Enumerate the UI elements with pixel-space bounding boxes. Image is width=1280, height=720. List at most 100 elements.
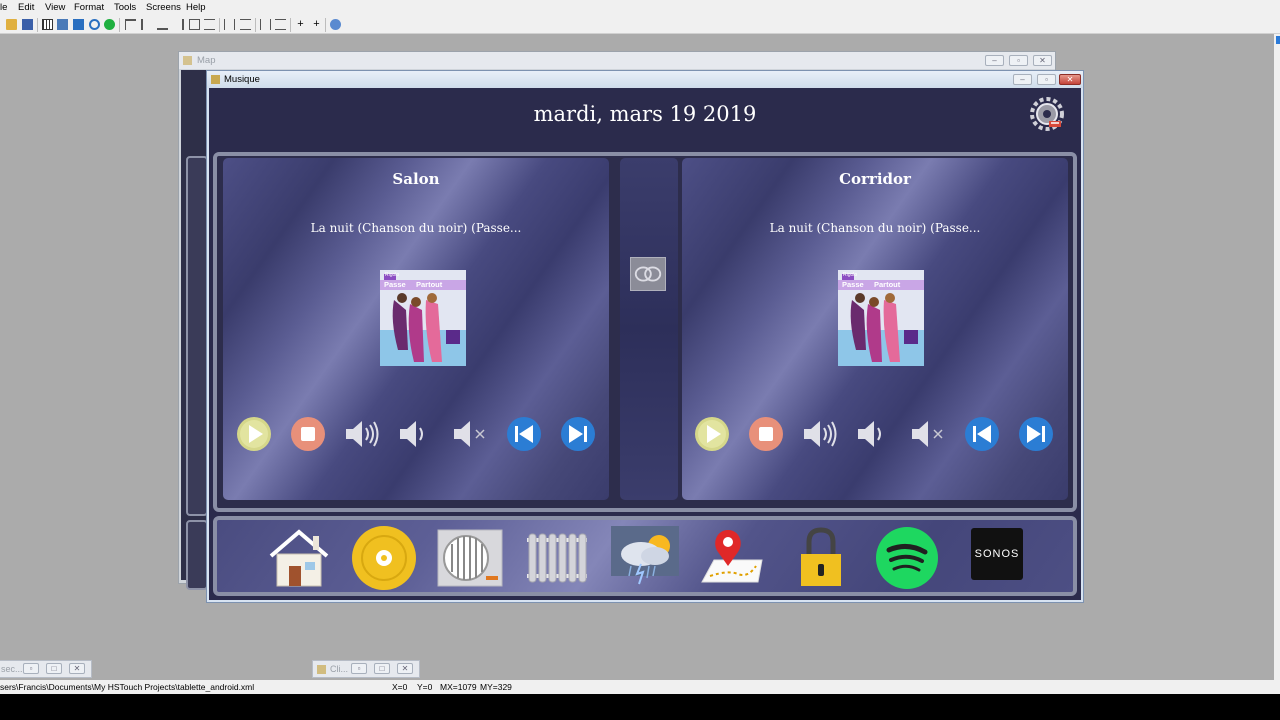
maximize-button[interactable]: □ (46, 663, 62, 674)
align-bottom-icon[interactable] (157, 19, 168, 30)
sonos-icon[interactable]: SONOS (971, 528, 1023, 580)
minimized-window[interactable]: Cli... ▫ □ ✕ (312, 660, 420, 678)
volume-up-icon[interactable] (344, 416, 380, 452)
settings-gear-icon[interactable] (1029, 97, 1065, 131)
mouse-y: MY=329 (480, 682, 512, 692)
album-art: Rigolo Passe Partout (380, 270, 466, 366)
map-location-icon[interactable] (698, 526, 766, 590)
minimize-button[interactable]: – (985, 55, 1004, 66)
album-title-1: Passe (842, 280, 864, 289)
now-playing-title: La nuit (Chanson du noir) (Passe... (769, 221, 981, 235)
save-icon[interactable] (22, 19, 33, 30)
globe-icon[interactable] (330, 19, 341, 30)
home-icon[interactable] (265, 526, 333, 590)
open-folder-icon[interactable] (6, 19, 17, 30)
align-middle-icon[interactable] (204, 19, 215, 30)
menu-view[interactable]: View (45, 2, 65, 13)
restore-button[interactable]: ▫ (1009, 55, 1028, 66)
menu-bar: le Edit View Format Tools Screens Help (0, 0, 1280, 16)
center-v-icon[interactable]: + (311, 19, 322, 30)
minimized-window[interactable]: sec... ▫ □ ✕ (0, 660, 92, 678)
link-zones-icon[interactable] (630, 257, 666, 291)
stop-icon[interactable] (748, 416, 784, 452)
restore-button[interactable]: ▫ (351, 663, 367, 674)
zone-link-panel (620, 158, 678, 500)
align-center-icon[interactable] (189, 19, 200, 30)
volume-up-icon[interactable] (802, 416, 838, 452)
musique-window[interactable]: Musique – ▫ ✕ mardi, mars 19 2019 Salon … (206, 70, 1084, 603)
close-button[interactable]: ✕ (69, 663, 85, 674)
volume-down-icon[interactable] (856, 416, 892, 452)
menu-edit[interactable]: Edit (18, 2, 34, 13)
space-vertical-icon[interactable] (240, 19, 251, 30)
close-button[interactable]: ✕ (397, 663, 413, 674)
image-icon[interactable] (57, 19, 68, 30)
album-badge: Rigolo (385, 272, 400, 278)
mute-icon[interactable] (910, 416, 946, 452)
sonos-label: SONOS (974, 548, 1020, 560)
menu-screens[interactable]: Screens (146, 2, 181, 13)
align-top-icon[interactable] (125, 19, 136, 30)
file-path: sers\Francis\Documents\My HSTouch Projec… (0, 682, 255, 692)
music-disc-icon[interactable] (350, 526, 418, 590)
screen-icon[interactable] (73, 19, 84, 30)
next-track-icon[interactable] (560, 416, 596, 452)
refresh-icon[interactable] (89, 19, 100, 30)
toolbar-separator (37, 18, 38, 32)
menu-file[interactable]: le (0, 2, 7, 13)
previous-track-icon[interactable] (506, 416, 542, 452)
minimized-window-title: Cli... (330, 664, 348, 674)
restore-button[interactable]: ▫ (23, 663, 39, 674)
radiator-icon[interactable] (523, 526, 591, 590)
cursor-y: Y=0 (417, 682, 433, 692)
close-button[interactable]: ✕ (1059, 74, 1081, 85)
toolbar-separator (119, 18, 120, 32)
musique-window-titlebar[interactable]: Musique – ▫ ✕ (207, 71, 1083, 88)
zone-panel-corridor: Corridor La nuit (Chanson du noir) (Pass… (682, 158, 1068, 500)
album-badge: Rigolo (843, 272, 858, 278)
run-icon[interactable] (104, 19, 115, 30)
mute-icon[interactable] (452, 416, 488, 452)
same-height-icon[interactable] (275, 19, 286, 30)
musique-window-title: Musique (224, 74, 260, 85)
align-right-icon[interactable] (173, 19, 184, 30)
menu-tools[interactable]: Tools (114, 2, 136, 13)
music-screen: mardi, mars 19 2019 Salon La nuit (Chans… (209, 88, 1081, 600)
close-button[interactable]: ✕ (1033, 55, 1052, 66)
toolbar-separator (255, 18, 256, 32)
zone-name: Corridor (839, 170, 911, 188)
space-horizontal-icon[interactable] (224, 19, 235, 30)
toolbar: + + (0, 16, 1280, 34)
toolbar-separator (325, 18, 326, 32)
date-title: mardi, mars 19 2019 (533, 102, 757, 126)
album-title-1: Passe (384, 280, 406, 289)
vertical-scrollbar[interactable] (1274, 34, 1280, 680)
restore-button[interactable]: ▫ (1037, 74, 1056, 85)
grid-icon[interactable] (42, 19, 53, 30)
fan-icon[interactable] (436, 526, 504, 590)
menu-help[interactable]: Help (186, 2, 206, 13)
stop-icon[interactable] (290, 416, 326, 452)
taskbar (0, 694, 1280, 720)
maximize-button[interactable]: □ (374, 663, 390, 674)
lock-icon[interactable] (787, 526, 855, 590)
map-panel (186, 520, 208, 590)
play-icon[interactable] (694, 416, 730, 452)
map-window-titlebar[interactable]: Map – ▫ ✕ (179, 52, 1055, 69)
play-icon[interactable] (236, 416, 272, 452)
volume-down-icon[interactable] (398, 416, 434, 452)
align-left-icon[interactable] (141, 19, 152, 30)
window-app-icon (211, 75, 220, 84)
same-width-icon[interactable] (260, 19, 271, 30)
album-title-2: Partout (874, 280, 901, 289)
minimize-button[interactable]: – (1013, 74, 1032, 85)
menu-format[interactable]: Format (74, 2, 104, 13)
previous-track-icon[interactable] (964, 416, 1000, 452)
minimized-window-title: sec... (1, 664, 23, 674)
weather-icon[interactable] (611, 526, 679, 590)
next-track-icon[interactable] (1018, 416, 1054, 452)
center-h-icon[interactable]: + (295, 19, 306, 30)
spotify-icon[interactable] (873, 526, 941, 590)
toolbar-separator (290, 18, 291, 32)
zones-frame: Salon La nuit (Chanson du noir) (Passe..… (213, 152, 1077, 512)
